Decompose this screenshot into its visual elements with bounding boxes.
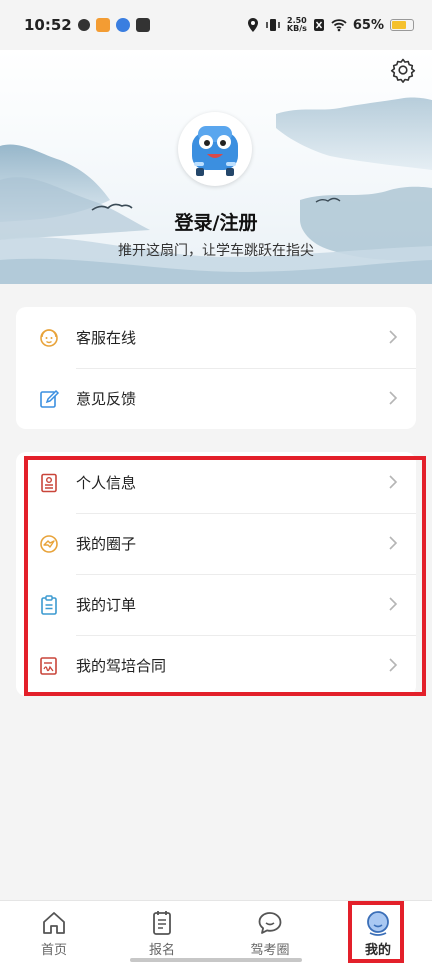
- app-notification-icon: [77, 19, 90, 31]
- feedback-edit-icon: [38, 388, 60, 410]
- home-icon: [43, 912, 65, 934]
- tab-home[interactable]: 首页: [0, 901, 108, 964]
- menu-item-feedback[interactable]: 意见反馈: [16, 368, 416, 429]
- menu-item-label: 个人信息: [76, 474, 137, 492]
- status-bar: 10:52 2.50 KB/s 65%: [0, 0, 432, 50]
- service-menu-card: 客服在线 意见反馈: [16, 307, 416, 429]
- tab-label: 首页: [40, 943, 67, 958]
- status-time: 10:52: [24, 16, 72, 34]
- menu-item-personal-info[interactable]: 个人信息: [16, 452, 416, 513]
- bottom-tab-bar: 首页 报名 驾考圈 我的: [0, 900, 432, 964]
- personal-menu-card: 个人信息 我的圈子 我的订单 我的驾培合同: [16, 452, 416, 696]
- settings-gear-icon[interactable]: [390, 57, 416, 83]
- menu-item-label: 客服在线: [76, 329, 137, 347]
- tab-label: 报名: [148, 943, 175, 958]
- sim-off-icon: [313, 19, 324, 31]
- menu-item-label: 我的订单: [76, 596, 137, 614]
- customer-service-icon: [38, 327, 60, 349]
- tab-mine[interactable]: 我的: [324, 901, 432, 964]
- profile-header: 登录/注册 推开这扇门，让学车跳跃在指尖: [0, 50, 432, 284]
- menu-item-label: 我的驾培合同: [76, 657, 167, 675]
- app-badge-icon: [115, 18, 130, 32]
- chevron-right-icon: [389, 658, 398, 672]
- speed-unit: KB/s: [286, 24, 307, 33]
- login-register-link[interactable]: 登录/注册: [0, 208, 432, 235]
- contract-icon: [38, 655, 60, 677]
- menu-item-customer-service[interactable]: 客服在线: [16, 307, 416, 368]
- profile-icon: [367, 911, 389, 936]
- clipboard-icon: [38, 594, 60, 616]
- chevron-right-icon: [389, 536, 398, 550]
- menu-item-label: 我的圈子: [76, 535, 137, 553]
- tab-label: 我的: [364, 943, 391, 958]
- battery-icon: [390, 19, 414, 31]
- message-notification-icon: [135, 18, 150, 32]
- chevron-right-icon: [389, 475, 398, 489]
- chevron-right-icon: [389, 597, 398, 611]
- menu-item-my-circle[interactable]: 我的圈子: [16, 513, 416, 574]
- tab-exam-circle[interactable]: 驾考圈: [216, 901, 324, 964]
- wifi-icon: [331, 19, 347, 32]
- menu-item-training-contract[interactable]: 我的驾培合同: [16, 635, 416, 696]
- battery-percent: 65%: [352, 17, 384, 33]
- chevron-right-icon: [389, 391, 398, 405]
- network-speed: 2.50 KB/s: [287, 17, 307, 33]
- location-icon: [247, 18, 258, 32]
- car-mascot-icon: [192, 126, 238, 176]
- chevron-right-icon: [389, 330, 398, 344]
- menu-item-my-orders[interactable]: 我的订单: [16, 574, 416, 635]
- user-avatar[interactable]: [178, 112, 252, 186]
- tab-register[interactable]: 报名: [108, 901, 216, 964]
- vibrate-icon: [266, 19, 280, 31]
- register-icon: [153, 911, 171, 935]
- menu-item-label: 意见反馈: [76, 390, 137, 408]
- home-indicator[interactable]: [130, 958, 302, 962]
- chat-bubble-icon: [258, 912, 282, 934]
- id-card-icon: [38, 472, 60, 494]
- circle-icon: [38, 533, 60, 555]
- tab-label: 驾考圈: [250, 943, 290, 958]
- login-subtitle: 推开这扇门，让学车跳跃在指尖: [118, 243, 314, 259]
- shop-notification-icon: [95, 18, 110, 32]
